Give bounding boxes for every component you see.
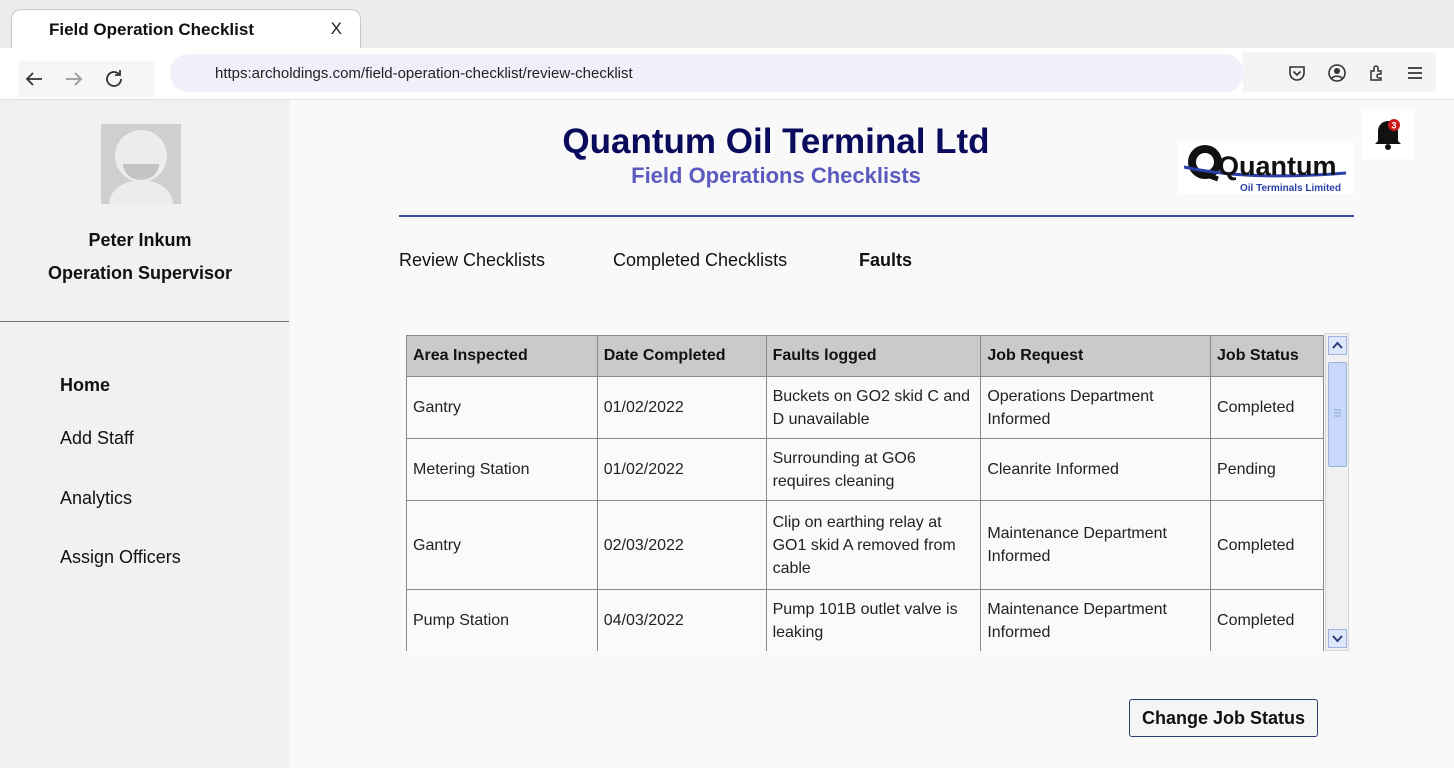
chevron-up-icon — [1332, 341, 1343, 349]
back-arrow-icon[interactable] — [22, 67, 46, 91]
table-header-row: Area Inspected Date Completed Faults log… — [406, 335, 1324, 377]
browser-tab-bar: Field Operation Checklist X — [0, 0, 1454, 49]
faults-table: Area Inspected Date Completed Faults log… — [406, 335, 1324, 651]
column-header: Job Request — [980, 335, 1212, 377]
table-cell: 01/02/2022 — [596, 376, 767, 439]
tab-completed-checklists[interactable]: Completed Checklists — [613, 250, 787, 271]
browser-tab[interactable]: Field Operation Checklist X — [11, 9, 361, 49]
company-logo: Quantum Oil Terminals Limited — [1178, 141, 1353, 194]
browser-nav-bar: https:archoldings.com/field-operation-ch… — [0, 48, 1454, 100]
table-cell: Pump Station — [406, 589, 598, 651]
table-cell: Gantry — [406, 500, 598, 590]
table-row[interactable]: Gantry 02/03/2022 Clip on earthing relay… — [406, 500, 1324, 590]
close-tab-icon[interactable]: X — [331, 19, 342, 39]
table-cell: Cleanrite Informed — [980, 438, 1212, 501]
notification-badge: 3 — [1391, 121, 1396, 131]
table-cell: Surrounding at GO6 requires cleaning — [765, 438, 982, 501]
table-cell: Completed — [1210, 589, 1324, 651]
table-row[interactable]: Pump Station 04/03/2022 Pump 101B outlet… — [406, 589, 1324, 651]
table-scrollbar[interactable] — [1325, 333, 1349, 651]
tab-faults[interactable]: Faults — [859, 250, 912, 271]
table-cell: Gantry — [406, 376, 598, 439]
column-header: Area Inspected — [406, 335, 598, 377]
table-cell: Completed — [1210, 500, 1324, 590]
forward-arrow-icon[interactable] — [62, 67, 86, 91]
table-cell: Metering Station — [406, 438, 598, 501]
avatar — [101, 124, 181, 204]
notification-button[interactable]: 3 — [1362, 109, 1414, 159]
browser-tab-title: Field Operation Checklist — [49, 20, 254, 39]
user-avatar-icon — [101, 124, 181, 204]
sidebar-item-assign-officers[interactable]: Assign Officers — [60, 547, 181, 568]
table-cell: Buckets on GO2 skid C and D unavailable — [765, 376, 982, 439]
table-cell: Maintenance Department Informed — [980, 589, 1212, 651]
table-cell: 02/03/2022 — [596, 500, 767, 590]
quantum-logo-icon: Quantum Oil Terminals Limited — [1183, 145, 1347, 194]
table-cell: Completed — [1210, 376, 1324, 439]
sidebar-item-analytics[interactable]: Analytics — [60, 488, 132, 509]
scroll-thumb[interactable] — [1328, 362, 1347, 467]
account-icon[interactable] — [1327, 63, 1347, 83]
table-cell: Clip on earthing relay at GO1 skid A rem… — [765, 500, 982, 590]
address-bar[interactable]: https:archoldings.com/field-operation-ch… — [170, 54, 1243, 92]
scroll-up-button[interactable] — [1328, 336, 1347, 355]
faults-table-container: Area Inspected Date Completed Faults log… — [406, 335, 1324, 651]
column-header: Date Completed — [596, 335, 767, 377]
page-title: Quantum Oil Terminal Ltd — [562, 122, 990, 161]
table-row[interactable]: Gantry 01/02/2022 Buckets on GO2 skid C … — [406, 376, 1324, 439]
user-role: Operation Supervisor — [47, 263, 233, 283]
table-cell: Pending — [1210, 438, 1324, 501]
sidebar-divider — [0, 321, 289, 322]
nav-buttons — [18, 61, 154, 97]
menu-icon[interactable] — [1405, 63, 1425, 83]
table-cell: 04/03/2022 — [596, 589, 767, 651]
logo-wordmark: Quantum — [1218, 151, 1337, 181]
table-row[interactable]: Metering Station 01/02/2022 Surrounding … — [406, 438, 1324, 501]
logo-subtext: Oil Terminals Limited — [1240, 183, 1341, 194]
column-header: Faults logged — [765, 335, 982, 377]
scroll-down-button[interactable] — [1328, 629, 1347, 648]
extensions-icon[interactable] — [1367, 63, 1387, 83]
bell-icon: 3 — [1375, 119, 1401, 150]
sidebar-item-home[interactable]: Home — [60, 375, 110, 396]
table-cell: Maintenance Department Informed — [980, 500, 1212, 590]
header-divider — [399, 215, 1354, 217]
browser-toolbar — [1243, 52, 1436, 92]
page-subtitle: Field Operations Checklists — [631, 163, 921, 188]
tab-review-checklists[interactable]: Review Checklists — [399, 250, 545, 271]
url-text[interactable]: https:archoldings.com/field-operation-ch… — [215, 65, 633, 82]
pocket-icon[interactable] — [1287, 63, 1307, 83]
column-header: Job Status — [1210, 335, 1324, 377]
chevron-down-icon — [1332, 635, 1343, 643]
sidebar: Peter Inkum Operation Supervisor Home Ad… — [0, 100, 290, 768]
grip-icon — [1334, 409, 1341, 417]
user-name: Peter Inkum — [88, 230, 192, 250]
reload-icon[interactable] — [102, 67, 126, 91]
sidebar-item-add-staff[interactable]: Add Staff — [60, 428, 134, 449]
table-cell: Operations Department Informed — [980, 376, 1212, 439]
table-cell: 01/02/2022 — [596, 438, 767, 501]
table-cell: Pump 101B outlet valve is leaking — [765, 589, 982, 651]
change-job-status-button[interactable]: Change Job Status — [1129, 699, 1318, 737]
